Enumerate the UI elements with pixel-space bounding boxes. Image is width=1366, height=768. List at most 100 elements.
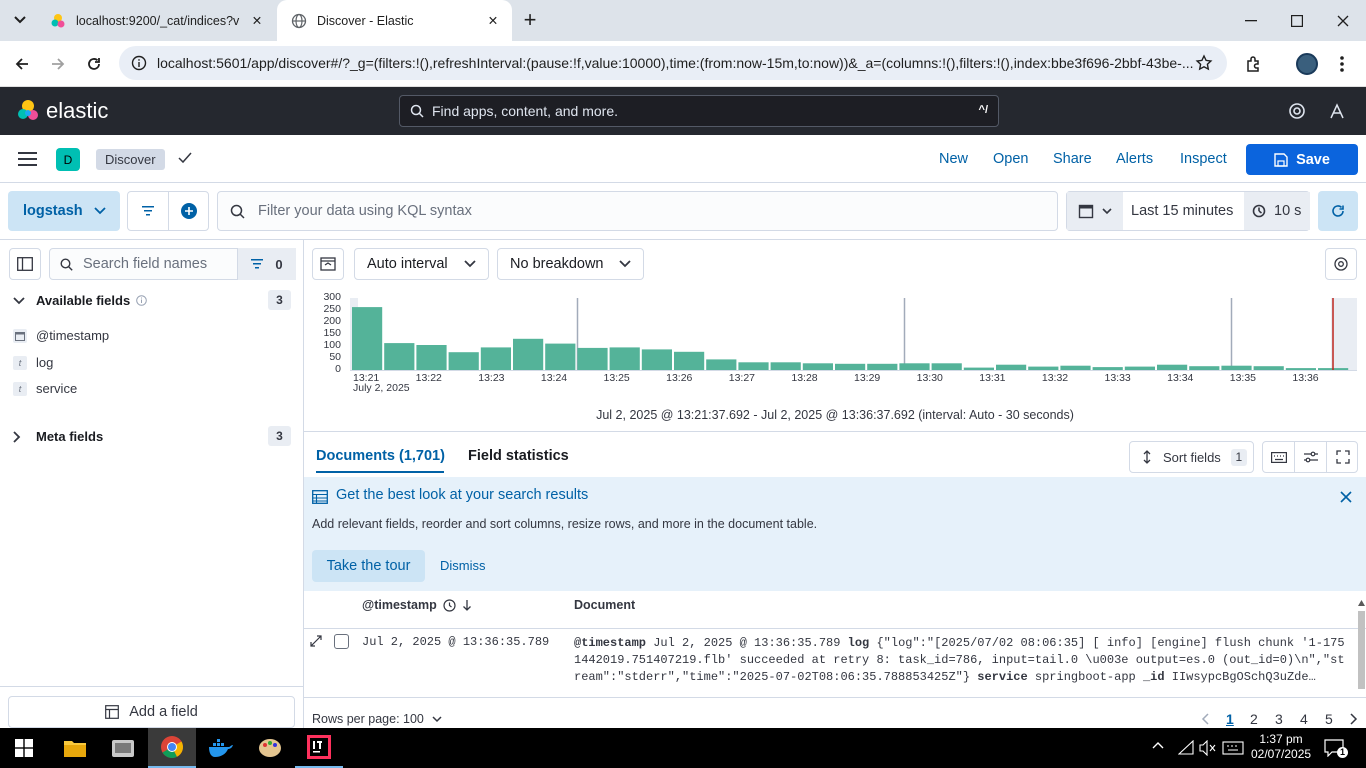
page-link-2[interactable]: 2: [1250, 711, 1258, 727]
user-menu-icon[interactable]: [1328, 102, 1346, 120]
histogram-bar[interactable]: [1060, 365, 1091, 370]
histogram-bar[interactable]: [352, 307, 383, 370]
chart-options-icon[interactable]: [1325, 248, 1357, 280]
new-tab-plus-icon[interactable]: +: [518, 9, 542, 33]
histogram-bar[interactable]: [899, 363, 930, 370]
meta-fields-toggle[interactable]: Meta fields: [13, 429, 103, 444]
histogram-bar[interactable]: [1189, 366, 1220, 370]
take-tour-button[interactable]: Take the tour: [312, 550, 425, 582]
histogram-bar[interactable]: [448, 352, 479, 370]
histogram-bar[interactable]: [641, 349, 672, 370]
table-row[interactable]: Jul 2, 2025 @ 13:36:35.789 @timestamp Ju…: [304, 630, 1354, 688]
histogram-bar[interactable]: [867, 363, 898, 370]
new-button[interactable]: New: [939, 151, 968, 167]
close-callout-icon[interactable]: [1340, 491, 1352, 503]
forward-arrow-icon[interactable]: [42, 48, 74, 80]
histogram-bar[interactable]: [931, 363, 962, 370]
intellij-icon[interactable]: [295, 728, 343, 768]
close-tab-icon[interactable]: ✕: [248, 12, 266, 30]
histogram-bar[interactable]: [674, 351, 705, 370]
profile-avatar[interactable]: [1291, 48, 1323, 80]
prev-page-chevron-icon[interactable]: [1201, 713, 1209, 725]
site-info-icon[interactable]: [131, 55, 147, 71]
histogram-bar[interactable]: [738, 362, 769, 370]
rows-per-page-selector[interactable]: Rows per page: 100: [312, 712, 442, 726]
histogram-bar[interactable]: [1092, 367, 1123, 370]
auto-refresh-toggle[interactable]: 10 s: [1244, 192, 1310, 230]
sort-descending-icon[interactable]: [462, 599, 472, 611]
histogram-bar[interactable]: [1028, 366, 1059, 370]
browser-tab-discover[interactable]: Discover - Elastic ✕: [277, 0, 512, 41]
tools-app-icon[interactable]: [99, 728, 147, 768]
docker-icon[interactable]: [197, 728, 245, 768]
histogram-bar[interactable]: [1253, 366, 1284, 370]
tab-documents[interactable]: Documents (1,701): [316, 448, 445, 464]
breadcrumb[interactable]: Discover: [96, 149, 165, 170]
expand-row-icon[interactable]: [310, 635, 322, 647]
histogram-bar[interactable]: [384, 343, 415, 370]
histogram-bar[interactable]: [1157, 364, 1188, 370]
back-arrow-icon[interactable]: [6, 48, 38, 80]
histogram-bar[interactable]: [416, 345, 447, 370]
extensions-puzzle-icon[interactable]: [1238, 48, 1270, 80]
page-link-5[interactable]: 5: [1325, 711, 1333, 727]
share-button[interactable]: Share: [1053, 151, 1092, 167]
network-icon[interactable]: [1178, 740, 1196, 756]
display-settings-icon[interactable]: [1295, 442, 1327, 472]
chrome-menu-icon[interactable]: [1326, 48, 1358, 80]
language-input-icon[interactable]: [1222, 740, 1244, 756]
histogram-bar[interactable]: [1221, 365, 1252, 370]
help-lifebuoy-icon[interactable]: [1288, 102, 1306, 120]
filter-menu-icon[interactable]: [128, 192, 169, 230]
time-range-label[interactable]: Last 15 minutes: [1131, 203, 1233, 219]
interval-dropdown[interactable]: Auto interval: [354, 248, 489, 280]
available-fields-toggle[interactable]: Available fields: [13, 293, 147, 308]
sort-fields-button[interactable]: Sort fields 1: [1129, 441, 1254, 473]
chrome-taskbar-icon[interactable]: [148, 728, 196, 768]
histogram-bar[interactable]: [513, 338, 544, 370]
quick-select-calendar-icon[interactable]: [1067, 192, 1123, 230]
clock[interactable]: 1:37 pm 02/07/2025: [1251, 732, 1311, 762]
tab-search-chevron-icon[interactable]: [8, 8, 32, 32]
histogram-bar[interactable]: [770, 362, 801, 370]
page-link-4[interactable]: 4: [1300, 711, 1308, 727]
volume-muted-icon[interactable]: [1199, 740, 1217, 756]
histogram-bar[interactable]: [577, 347, 608, 370]
data-view-picker[interactable]: logstash: [8, 191, 120, 231]
save-button[interactable]: Save: [1246, 144, 1358, 175]
page-link-3[interactable]: 3: [1275, 711, 1283, 727]
maximize-icon[interactable]: [1274, 0, 1320, 41]
add-filter-plus-icon[interactable]: [169, 192, 209, 230]
reload-icon[interactable]: [78, 48, 110, 80]
field-type-filter[interactable]: 0: [237, 248, 296, 280]
close-window-icon[interactable]: [1320, 0, 1366, 41]
hamburger-menu-icon[interactable]: [18, 151, 38, 167]
bookmark-star-icon[interactable]: [1195, 54, 1213, 72]
browser-tab-indices[interactable]: localhost:9200/_cat/indices?v ✕: [36, 0, 276, 41]
field-item-service[interactable]: t service: [13, 381, 77, 396]
field-search-input[interactable]: Search field names 0: [49, 248, 296, 280]
histogram-bar[interactable]: [609, 347, 640, 370]
scrollbar-thumb[interactable]: [1358, 611, 1365, 689]
notification-center-icon[interactable]: 1: [1324, 739, 1348, 758]
tray-chevron-up-icon[interactable]: [1152, 741, 1164, 749]
kql-search-input[interactable]: Filter your data using KQL syntax: [217, 191, 1058, 231]
dismiss-button[interactable]: Dismiss: [440, 558, 486, 573]
histogram-bar[interactable]: [963, 367, 994, 370]
histogram-bar[interactable]: [480, 347, 511, 370]
histogram-bar[interactable]: [996, 364, 1027, 370]
histogram-bar[interactable]: [1285, 368, 1316, 370]
histogram-bar[interactable]: [802, 363, 833, 370]
alerts-button[interactable]: Alerts: [1116, 151, 1153, 167]
histogram-bar[interactable]: [706, 359, 737, 370]
hide-chart-icon[interactable]: [312, 248, 344, 280]
inspect-button[interactable]: Inspect: [1180, 151, 1227, 167]
field-item-log[interactable]: t log: [13, 355, 53, 370]
space-avatar[interactable]: D: [56, 148, 80, 171]
column-header-document[interactable]: Document: [574, 598, 635, 612]
global-search-input[interactable]: Find apps, content, and more. ^/: [399, 95, 999, 127]
file-explorer-icon[interactable]: [51, 728, 99, 768]
breakdown-dropdown[interactable]: No breakdown: [497, 248, 644, 280]
open-button[interactable]: Open: [993, 151, 1028, 167]
histogram-bar[interactable]: [545, 343, 576, 370]
